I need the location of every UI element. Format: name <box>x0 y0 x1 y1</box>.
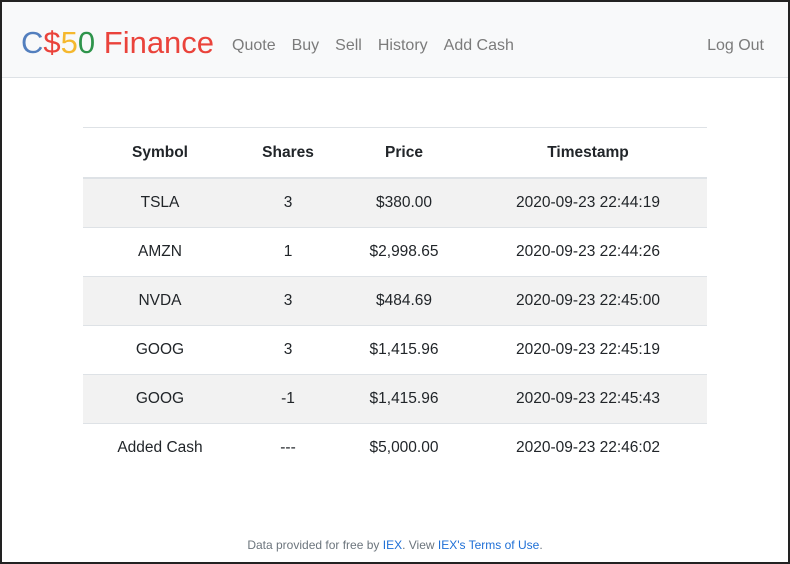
table-row: Added Cash --- $5,000.00 2020-09-23 22:4… <box>83 423 707 472</box>
table-row: TSLA 3 $380.00 2020-09-23 22:44:19 <box>83 177 707 228</box>
brand-logo[interactable]: C$50 Finance <box>21 24 214 62</box>
nav-buy-link[interactable]: Buy <box>292 35 320 57</box>
table-row: NVDA 3 $484.69 2020-09-23 22:45:00 <box>83 276 707 326</box>
brand-letter-dollar: $ <box>43 25 61 60</box>
cell-shares: 3 <box>237 276 339 326</box>
cell-price: $1,415.96 <box>339 325 469 375</box>
table-row: GOOG -1 $1,415.96 2020-09-23 22:45:43 <box>83 374 707 424</box>
cell-symbol: GOOG <box>83 325 237 375</box>
navbar: C$50 Finance Quote Buy Sell History Add … <box>2 2 788 78</box>
cell-symbol: TSLA <box>83 177 237 228</box>
header-symbol: Symbol <box>83 127 237 179</box>
table-row: AMZN 1 $2,998.65 2020-09-23 22:44:26 <box>83 227 707 277</box>
iex-link[interactable]: IEX <box>383 538 402 552</box>
cell-timestamp: 2020-09-23 22:45:43 <box>469 374 707 424</box>
cell-shares: 1 <box>237 227 339 277</box>
nav-add-cash-link[interactable]: Add Cash <box>444 35 514 57</box>
cell-shares: 3 <box>237 177 339 228</box>
header-price: Price <box>339 127 469 179</box>
cell-symbol: AMZN <box>83 227 237 277</box>
cell-timestamp: 2020-09-23 22:45:00 <box>469 276 707 326</box>
header-shares: Shares <box>237 127 339 179</box>
cell-shares: 3 <box>237 325 339 375</box>
cell-price: $380.00 <box>339 177 469 228</box>
cell-symbol: NVDA <box>83 276 237 326</box>
nav-links: Quote Buy Sell History Add Cash <box>232 35 530 57</box>
brand-word-finance: Finance <box>95 25 215 60</box>
brand-letter-0: 0 <box>77 25 96 60</box>
brand-letter-c: C <box>21 25 44 60</box>
cell-price: $484.69 <box>339 276 469 326</box>
cell-price: $2,998.65 <box>339 227 469 277</box>
cell-timestamp: 2020-09-23 22:46:02 <box>469 423 707 472</box>
iex-terms-link[interactable]: IEX's Terms of Use <box>438 538 539 552</box>
table-row: GOOG 3 $1,415.96 2020-09-23 22:45:19 <box>83 325 707 375</box>
footer: Data provided for free by IEX. View IEX'… <box>0 537 790 553</box>
footer-prefix: Data provided for free by <box>247 538 383 552</box>
table-header-row: Symbol Shares Price Timestamp <box>83 127 707 179</box>
cell-timestamp: 2020-09-23 22:45:19 <box>469 325 707 375</box>
logout-link[interactable]: Log Out <box>707 35 764 57</box>
cell-symbol: Added Cash <box>83 423 237 472</box>
cell-shares: --- <box>237 423 339 472</box>
nav-quote-link[interactable]: Quote <box>232 35 276 57</box>
cell-timestamp: 2020-09-23 22:44:26 <box>469 227 707 277</box>
cell-price: $1,415.96 <box>339 374 469 424</box>
nav-sell-link[interactable]: Sell <box>335 35 362 57</box>
footer-middle: . View <box>402 538 438 552</box>
cell-shares: -1 <box>237 374 339 424</box>
cell-price: $5,000.00 <box>339 423 469 472</box>
footer-suffix: . <box>539 538 543 552</box>
nav-history-link[interactable]: History <box>378 35 428 57</box>
cell-symbol: GOOG <box>83 374 237 424</box>
header-timestamp: Timestamp <box>469 127 707 179</box>
history-table: Symbol Shares Price Timestamp TSLA 3 $38… <box>83 127 707 472</box>
cell-timestamp: 2020-09-23 22:44:19 <box>469 177 707 228</box>
brand-letter-5: 5 <box>60 25 78 60</box>
